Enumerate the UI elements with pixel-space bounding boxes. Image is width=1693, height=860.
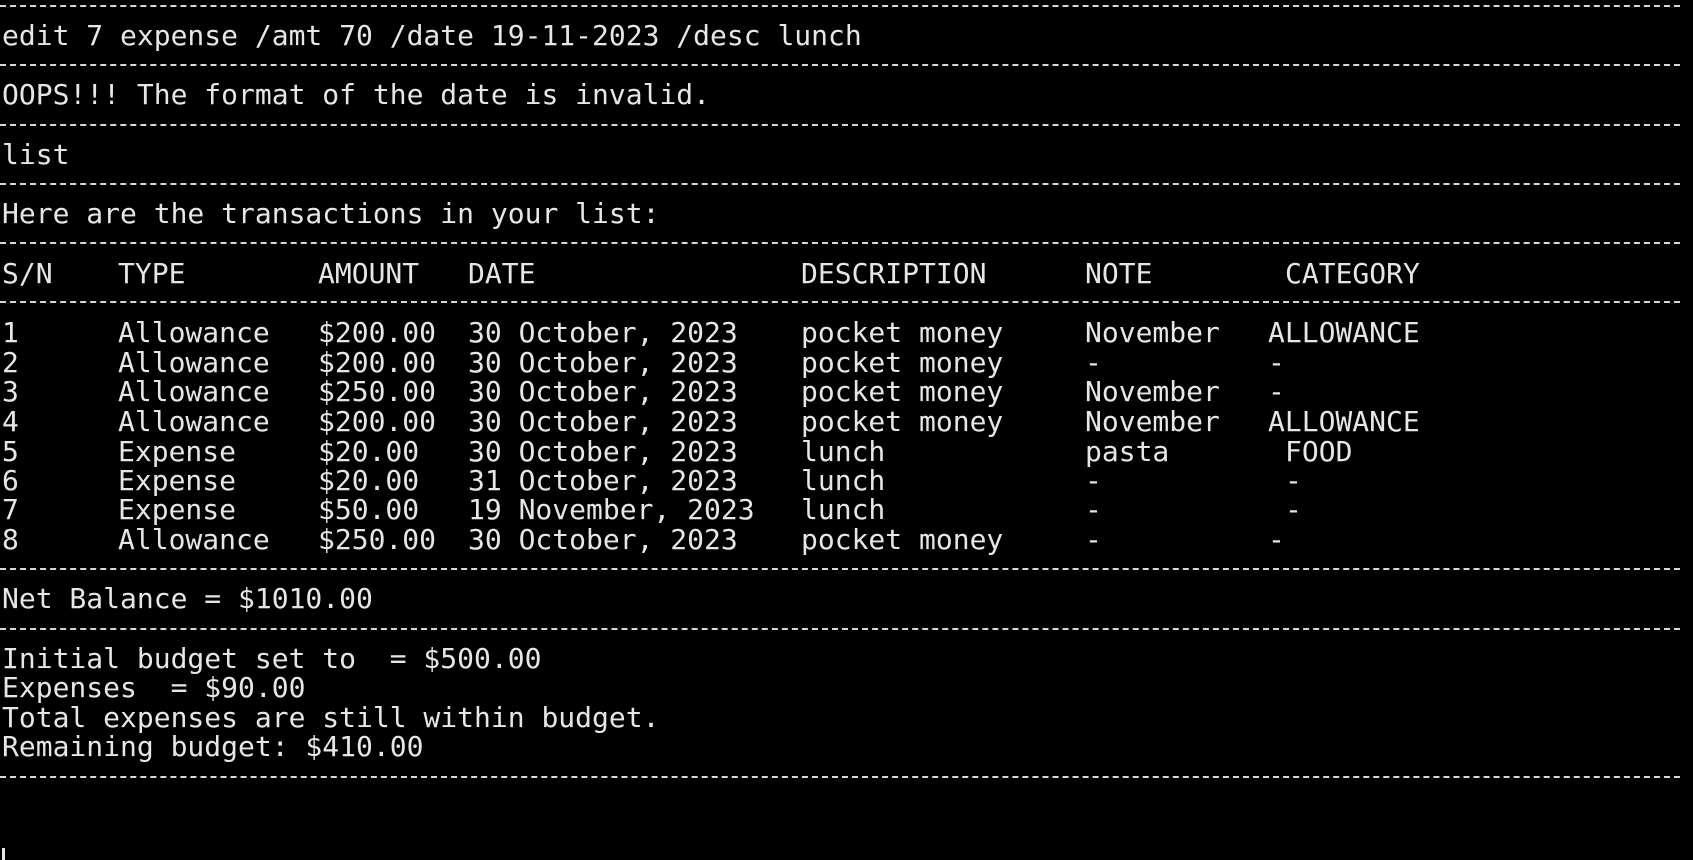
separator-line <box>0 568 1680 570</box>
separator-line <box>0 301 1680 303</box>
row-description: pocket money <box>801 375 1004 408</box>
row-amount: $250.00 <box>318 523 437 556</box>
column-header-type: TYPE <box>118 257 186 290</box>
row-date: 19 November, 2023 <box>468 493 755 526</box>
row-note: November <box>1085 316 1220 349</box>
separator-line <box>0 124 1680 126</box>
row-amount: $50.00 <box>318 493 420 526</box>
separator-line <box>0 628 1680 630</box>
row-sn: 3 <box>2 375 19 408</box>
row-description: lunch <box>801 493 886 526</box>
row-type: Allowance <box>118 523 270 556</box>
row-note: November <box>1085 405 1220 438</box>
column-header-amount: AMOUNT <box>318 257 420 290</box>
row-date: 30 October, 2023 <box>468 316 738 349</box>
terminal-window[interactable]: edit 7 expense /amt 70 /date 19-11-2023 … <box>0 0 1693 860</box>
column-header-category: CATEGORY <box>1285 257 1420 290</box>
separator-line <box>0 242 1680 244</box>
row-category: ALLOWANCE <box>1268 405 1420 438</box>
row-category: ALLOWANCE <box>1268 316 1420 349</box>
row-type: Expense <box>118 493 237 526</box>
row-date: 30 October, 2023 <box>468 523 738 556</box>
row-type: Allowance <box>118 316 270 349</box>
row-amount: $200.00 <box>318 316 437 349</box>
row-category: - <box>1268 523 1285 556</box>
row-amount: $250.00 <box>318 375 437 408</box>
row-note: November <box>1085 375 1220 408</box>
row-date: 30 October, 2023 <box>468 405 738 438</box>
separator-line <box>0 776 1680 778</box>
row-sn: 1 <box>2 316 19 349</box>
row-note: - <box>1085 493 1102 526</box>
row-sn: 7 <box>2 493 19 526</box>
row-sn: 8 <box>2 523 19 556</box>
row-description: pocket money <box>801 316 1004 349</box>
separator-line <box>0 183 1680 185</box>
row-date: 30 October, 2023 <box>468 375 738 408</box>
command-edit: edit 7 expense /amt 70 /date 19-11-2023 … <box>2 19 862 52</box>
row-sn: 4 <box>2 405 19 438</box>
error-message: OOPS!!! The format of the date is invali… <box>2 78 711 111</box>
net-balance: Net Balance = $1010.00 <box>2 582 373 615</box>
budget-expenses: Expenses = $90.00 <box>2 671 306 704</box>
row-category: - <box>1285 493 1302 526</box>
separator-line <box>0 64 1680 66</box>
terminal-cursor <box>2 848 5 860</box>
row-amount: $200.00 <box>318 405 437 438</box>
list-header-text: Here are the transactions in your list: <box>2 197 660 230</box>
row-description: pocket money <box>801 523 1004 556</box>
budget-remaining: Remaining budget: $410.00 <box>2 730 424 763</box>
column-header-description: DESCRIPTION <box>801 257 987 290</box>
separator-line <box>0 5 1680 7</box>
column-header-note: NOTE <box>1085 257 1153 290</box>
row-note: - <box>1085 523 1102 556</box>
column-header-date: DATE <box>468 257 536 290</box>
column-header-sn: S/N <box>2 257 53 290</box>
row-type: Allowance <box>118 405 270 438</box>
row-description: pocket money <box>801 405 1004 438</box>
row-category: - <box>1268 375 1285 408</box>
row-type: Allowance <box>118 375 270 408</box>
command-list: list <box>2 138 70 171</box>
